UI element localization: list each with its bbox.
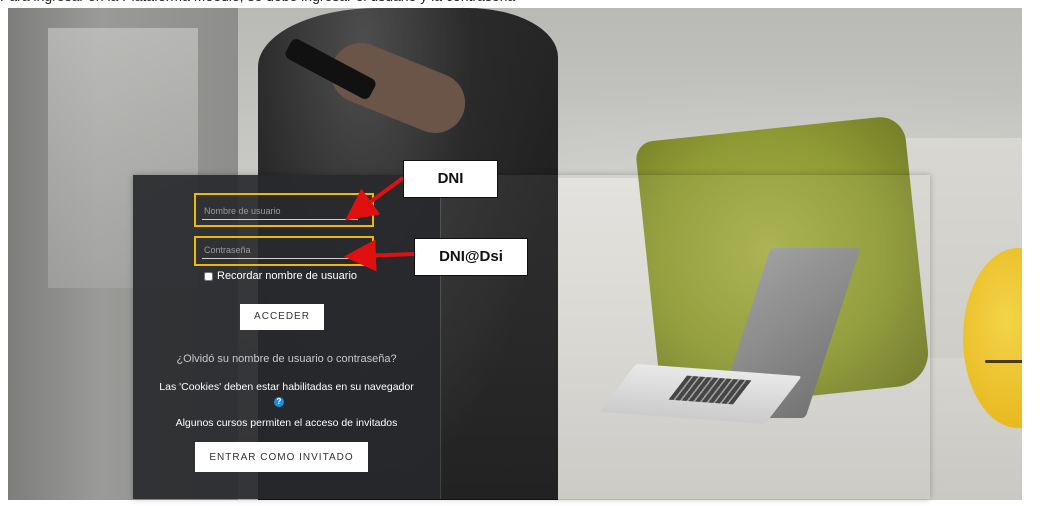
password-highlight <box>194 236 374 266</box>
guest-access-notice: Algunos cursos permiten el acceso de inv… <box>175 417 398 429</box>
guest-login-button[interactable]: ENTRAR COMO INVITADO <box>195 442 368 472</box>
username-callout: DNI <box>403 160 498 198</box>
remember-username-label: Recordar nombre de usuario <box>217 270 358 282</box>
password-input[interactable] <box>202 242 358 259</box>
top-caption: Para ingresar en la Plataforma Moodle, s… <box>0 0 1040 8</box>
help-icon[interactable]: ? <box>274 397 284 407</box>
username-highlight <box>194 193 374 227</box>
password-callout: DNI@Dsi <box>414 238 528 276</box>
login-panel: Recordar nombre de usuario ACCEDER ¿Olvi… <box>133 175 930 499</box>
cookies-notice: Las 'Cookies' deben estar habilitadas en… <box>159 381 414 393</box>
username-input[interactable] <box>202 203 358 220</box>
login-side-panel <box>440 175 930 499</box>
login-form: Recordar nombre de usuario ACCEDER ¿Olvi… <box>133 175 440 499</box>
remember-username[interactable]: Recordar nombre de usuario <box>204 270 357 282</box>
login-button[interactable]: ACCEDER <box>240 304 324 330</box>
remember-username-checkbox[interactable] <box>204 271 213 281</box>
forgot-password-link[interactable]: ¿Olvidó su nombre de usuario o contraseñ… <box>133 353 440 365</box>
